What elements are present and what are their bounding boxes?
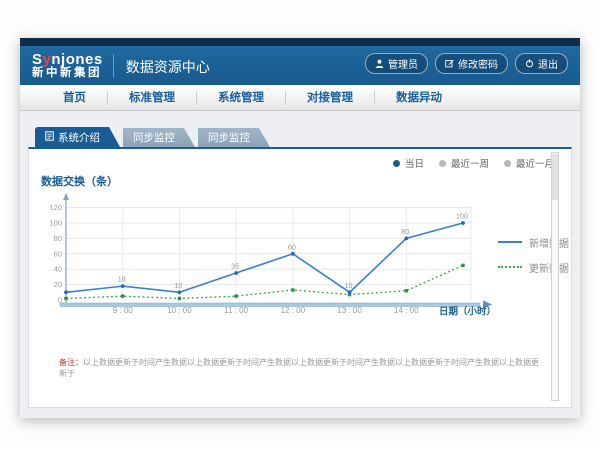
y-axis-title: 数据交换（条） bbox=[41, 173, 118, 189]
svg-text:日期（小时）: 日期（小时） bbox=[439, 306, 496, 318]
footnote: 备注：以上数据更新于时间产生数据以上数据更新于时间产生数据以上数据更新于时间产生… bbox=[59, 357, 545, 379]
solid-line-swatch-icon bbox=[498, 241, 522, 243]
scrollbar-thumb[interactable] bbox=[552, 154, 558, 200]
change-password-button[interactable]: 修改密码 bbox=[435, 53, 508, 74]
radio-unselected-icon bbox=[439, 160, 446, 167]
tab-sync-monitor-2[interactable]: 同步监控 bbox=[198, 128, 270, 147]
svg-text:80: 80 bbox=[54, 234, 62, 243]
nav-item-home[interactable]: 首页 bbox=[42, 91, 108, 105]
admin-user-button[interactable]: 管理员 bbox=[365, 53, 428, 74]
svg-text:100: 100 bbox=[49, 219, 62, 228]
radio-unselected-icon bbox=[504, 160, 511, 167]
svg-text:14 : 00: 14 : 00 bbox=[394, 306, 419, 315]
power-icon bbox=[525, 59, 534, 68]
tab-system-intro[interactable]: 系统介绍 bbox=[35, 127, 120, 147]
nav-item-interface-mgmt[interactable]: 对接管理 bbox=[286, 91, 375, 105]
radio-selected-icon bbox=[393, 160, 400, 167]
svg-text:60: 60 bbox=[54, 249, 62, 258]
svg-text:11 : 00: 11 : 00 bbox=[224, 306, 248, 315]
logo-text: Synjones bbox=[32, 52, 103, 68]
svg-text:60: 60 bbox=[288, 242, 296, 251]
svg-text:120: 120 bbox=[49, 203, 62, 212]
document-icon bbox=[45, 131, 54, 144]
svg-text:20: 20 bbox=[54, 280, 62, 289]
edit-icon bbox=[445, 59, 454, 68]
svg-text:40: 40 bbox=[54, 265, 62, 274]
app-header: Synjones 新中新集团 数据资源中心 管理员 修改密码 bbox=[20, 46, 580, 85]
nav-item-standard-mgmt[interactable]: 标准管理 bbox=[108, 91, 197, 105]
filter-last-month[interactable]: 最近一月 bbox=[504, 156, 554, 170]
logout-button[interactable]: 退出 bbox=[515, 53, 568, 74]
svg-text:9 : 00: 9 : 00 bbox=[113, 306, 134, 315]
content-area: 系统介绍 同步监控 同步监控 当日 最近一周 bbox=[20, 111, 580, 418]
footnote-text: 以上数据更新于时间产生数据以上数据更新于时间产生数据以上数据更新于时间产生数据以… bbox=[59, 358, 539, 378]
svg-text:18: 18 bbox=[118, 275, 126, 284]
header-divider bbox=[113, 54, 114, 78]
svg-text:12 : 00: 12 : 00 bbox=[281, 306, 306, 315]
page-title: 数据资源中心 bbox=[126, 57, 210, 77]
nav-item-data-change[interactable]: 数据异动 bbox=[375, 91, 463, 105]
svg-text:13 : 00: 13 : 00 bbox=[337, 306, 362, 315]
svg-text:10: 10 bbox=[345, 281, 353, 290]
company-logo: Synjones 新中新集团 bbox=[32, 52, 103, 80]
tab-bar: 系统介绍 同步监控 同步监控 bbox=[35, 127, 270, 147]
svg-text:10: 10 bbox=[174, 281, 182, 290]
svg-text:80: 80 bbox=[401, 227, 409, 236]
user-icon bbox=[375, 59, 384, 68]
tab-sync-monitor-1[interactable]: 同步监控 bbox=[123, 128, 195, 147]
nav-item-system-mgmt[interactable]: 系统管理 bbox=[197, 91, 286, 105]
filter-last-week[interactable]: 最近一周 bbox=[439, 156, 489, 170]
svg-text:100: 100 bbox=[456, 212, 468, 221]
line-chart: 0204060801001209 : 0010 : 0011 : 0012 : … bbox=[46, 192, 498, 342]
filter-today[interactable]: 当日 bbox=[393, 156, 424, 170]
dotted-line-swatch-icon bbox=[498, 266, 522, 268]
logo-subtext: 新中新集团 bbox=[32, 67, 103, 79]
time-range-filters: 当日 最近一周 最近一月 bbox=[393, 156, 554, 170]
main-nav: 首页 标准管理 系统管理 对接管理 数据异动 bbox=[20, 85, 580, 111]
chart-panel: 当日 最近一周 最近一月 数据交换（条） 0204060801001209 : … bbox=[28, 147, 572, 408]
panel-scrollbar[interactable] bbox=[551, 152, 559, 401]
footnote-prefix: 备注： bbox=[59, 358, 83, 367]
window-top-strip bbox=[20, 38, 580, 46]
svg-text:35: 35 bbox=[231, 262, 239, 271]
header-actions: 管理员 修改密码 退出 bbox=[365, 53, 568, 74]
svg-text:10 : 00: 10 : 00 bbox=[167, 306, 192, 315]
app-window: Synjones 新中新集团 数据资源中心 管理员 修改密码 bbox=[20, 38, 580, 418]
